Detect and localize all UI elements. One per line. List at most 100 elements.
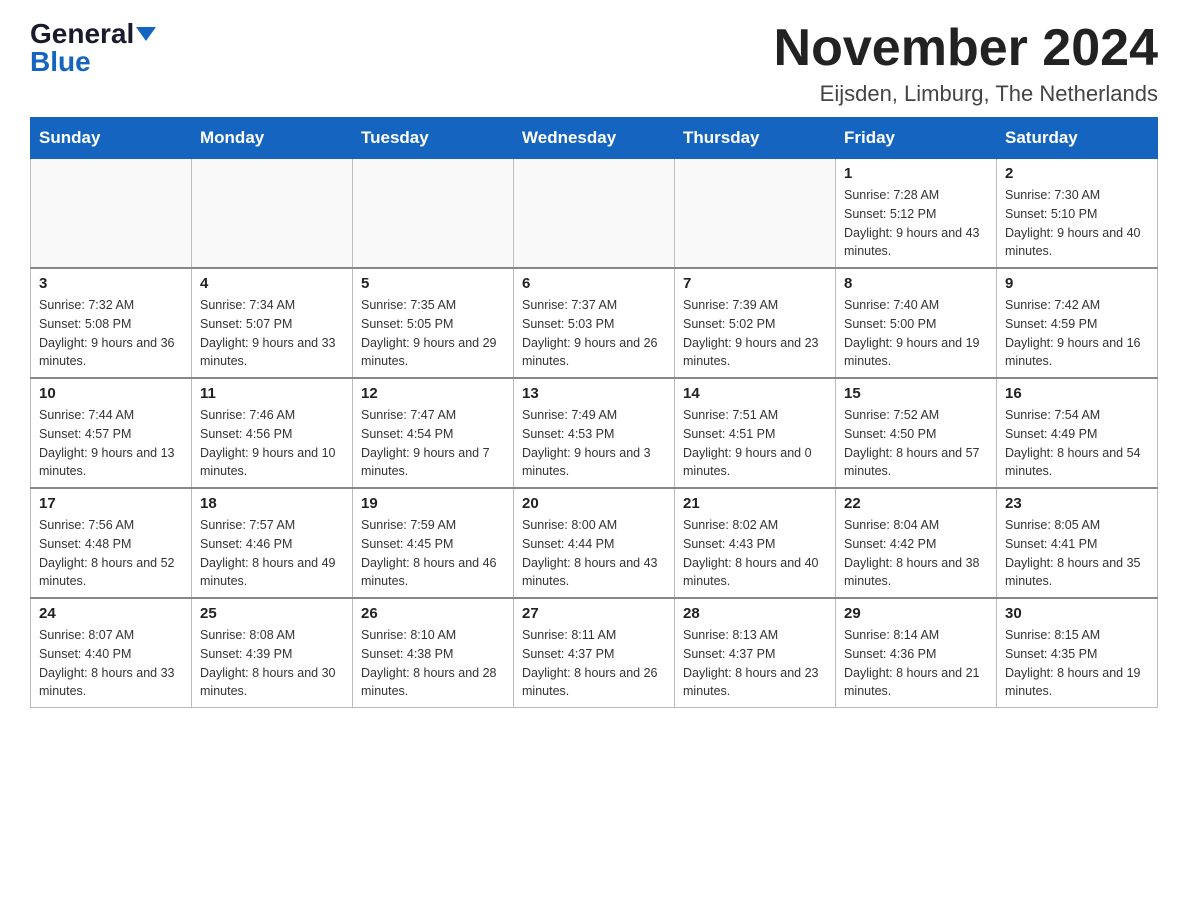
day-info: Sunrise: 7:47 AM Sunset: 4:54 PM Dayligh…: [361, 406, 505, 481]
day-info: Sunrise: 8:11 AM Sunset: 4:37 PM Dayligh…: [522, 626, 666, 701]
day-info: Sunrise: 8:14 AM Sunset: 4:36 PM Dayligh…: [844, 626, 988, 701]
day-number: 9: [1005, 275, 1149, 292]
day-number: 30: [1005, 605, 1149, 622]
calendar-cell: 20Sunrise: 8:00 AM Sunset: 4:44 PM Dayli…: [514, 488, 675, 598]
calendar-cell: 29 Sunrise: 8:14 AM Sunset: 4:36 PM Dayli…: [836, 598, 997, 708]
calendar-week-row-2: 3 Sunrise: 7:32 AM Sunset: 5:08 PM Daylig…: [31, 268, 1158, 378]
day-number: 29: [844, 605, 988, 622]
calendar-cell: 24 Sunrise: 8:07 AM Sunset: 4:40 PM Dayli…: [31, 598, 192, 708]
calendar-cell: 5 Sunrise: 7:35 AM Sunset: 5:05 PM Daylig…: [353, 268, 514, 378]
day-info: Sunrise: 7:42 AM Sunset: 4:59 PM Dayligh…: [1005, 296, 1149, 371]
calendar-cell: 12 Sunrise: 7:47 AM Sunset: 4:54 PM Dayli…: [353, 378, 514, 488]
day-info: Sunrise: 7:37 AM Sunset: 5:03 PM Dayligh…: [522, 296, 666, 371]
day-info: Sunrise: 7:32 AM Sunset: 5:08 PM Dayligh…: [39, 296, 183, 371]
day-info: Sunrise: 7:28 AM Sunset: 5:12 PM Dayligh…: [844, 186, 988, 261]
day-info: Sunrise: 7:49 AM Sunset: 4:53 PM Dayligh…: [522, 406, 666, 481]
day-info: Sunrise: 8:13 AM Sunset: 4:37 PM Dayligh…: [683, 626, 827, 701]
calendar-cell: 13 Sunrise: 7:49 AM Sunset: 4:53 PM Dayli…: [514, 378, 675, 488]
day-number: 27: [522, 605, 666, 622]
calendar-week-row-3: 10 Sunrise: 7:44 AM Sunset: 4:57 PM Dayli…: [31, 378, 1158, 488]
day-info: Sunrise: 7:35 AM Sunset: 5:05 PM Dayligh…: [361, 296, 505, 371]
day-info: Sunrise: 7:30 AM Sunset: 5:10 PM Dayligh…: [1005, 186, 1149, 261]
calendar-cell: 11Sunrise: 7:46 AM Sunset: 4:56 PM Dayli…: [192, 378, 353, 488]
day-number: 13: [522, 385, 666, 402]
calendar-header-row: SundayMondayTuesdayWednesdayThursdayFrid…: [31, 118, 1158, 159]
calendar-table: SundayMondayTuesdayWednesdayThursdayFrid…: [30, 117, 1158, 708]
calendar-cell: 10 Sunrise: 7:44 AM Sunset: 4:57 PM Dayli…: [31, 378, 192, 488]
day-info: Sunrise: 7:40 AM Sunset: 5:00 PM Dayligh…: [844, 296, 988, 371]
calendar-cell: [192, 159, 353, 269]
day-number: 3: [39, 275, 183, 292]
logo-general-text: General: [30, 20, 134, 48]
day-number: 11: [200, 385, 344, 402]
calendar-cell: [31, 159, 192, 269]
calendar-cell: 25Sunrise: 8:08 AM Sunset: 4:39 PM Dayli…: [192, 598, 353, 708]
calendar-cell: [514, 159, 675, 269]
day-number: 21: [683, 495, 827, 512]
calendar-cell: 8 Sunrise: 7:40 AM Sunset: 5:00 PM Daylig…: [836, 268, 997, 378]
month-title: November 2024: [774, 20, 1158, 77]
calendar-cell: 2 Sunrise: 7:30 AM Sunset: 5:10 PM Daylig…: [997, 159, 1158, 269]
day-number: 8: [844, 275, 988, 292]
day-info: Sunrise: 8:15 AM Sunset: 4:35 PM Dayligh…: [1005, 626, 1149, 701]
day-info: Sunrise: 7:59 AM Sunset: 4:45 PM Dayligh…: [361, 516, 505, 591]
calendar-cell: 23 Sunrise: 8:05 AM Sunset: 4:41 PM Dayli…: [997, 488, 1158, 598]
day-number: 4: [200, 275, 344, 292]
day-info: Sunrise: 7:44 AM Sunset: 4:57 PM Dayligh…: [39, 406, 183, 481]
day-number: 16: [1005, 385, 1149, 402]
calendar-cell: 1 Sunrise: 7:28 AM Sunset: 5:12 PM Daylig…: [836, 159, 997, 269]
calendar-cell: 6 Sunrise: 7:37 AM Sunset: 5:03 PM Daylig…: [514, 268, 675, 378]
calendar-header-sunday: Sunday: [31, 118, 192, 159]
day-number: 18: [200, 495, 344, 512]
day-number: 12: [361, 385, 505, 402]
day-info: Sunrise: 7:54 AM Sunset: 4:49 PM Dayligh…: [1005, 406, 1149, 481]
calendar-header-saturday: Saturday: [997, 118, 1158, 159]
logo-triangle-icon: [136, 27, 156, 41]
day-number: 17: [39, 495, 183, 512]
calendar-cell: 26 Sunrise: 8:10 AM Sunset: 4:38 PM Dayli…: [353, 598, 514, 708]
calendar-cell: 28 Sunrise: 8:13 AM Sunset: 4:37 PM Dayli…: [675, 598, 836, 708]
day-number: 19: [361, 495, 505, 512]
calendar-cell: 15Sunrise: 7:52 AM Sunset: 4:50 PM Dayli…: [836, 378, 997, 488]
day-number: 23: [1005, 495, 1149, 512]
day-number: 2: [1005, 165, 1149, 182]
day-info: Sunrise: 8:07 AM Sunset: 4:40 PM Dayligh…: [39, 626, 183, 701]
calendar-cell: 9 Sunrise: 7:42 AM Sunset: 4:59 PM Daylig…: [997, 268, 1158, 378]
calendar-cell: 18 Sunrise: 7:57 AM Sunset: 4:46 PM Dayli…: [192, 488, 353, 598]
calendar-cell: 14Sunrise: 7:51 AM Sunset: 4:51 PM Dayli…: [675, 378, 836, 488]
day-number: 28: [683, 605, 827, 622]
calendar-cell: 19 Sunrise: 7:59 AM Sunset: 4:45 PM Dayli…: [353, 488, 514, 598]
day-number: 1: [844, 165, 988, 182]
calendar-header-tuesday: Tuesday: [353, 118, 514, 159]
calendar-cell: 17 Sunrise: 7:56 AM Sunset: 4:48 PM Dayli…: [31, 488, 192, 598]
calendar-cell: 3 Sunrise: 7:32 AM Sunset: 5:08 PM Daylig…: [31, 268, 192, 378]
calendar-week-row-5: 24 Sunrise: 8:07 AM Sunset: 4:40 PM Dayli…: [31, 598, 1158, 708]
title-section: November 2024 Eijsden, Limburg, The Neth…: [774, 20, 1158, 107]
day-info: Sunrise: 8:00 AM Sunset: 4:44 PM Dayligh…: [522, 516, 666, 591]
day-info: Sunrise: 8:04 AM Sunset: 4:42 PM Dayligh…: [844, 516, 988, 591]
logo: General Blue: [30, 20, 156, 76]
day-info: Sunrise: 8:10 AM Sunset: 4:38 PM Dayligh…: [361, 626, 505, 701]
day-number: 5: [361, 275, 505, 292]
day-number: 25: [200, 605, 344, 622]
day-info: Sunrise: 8:05 AM Sunset: 4:41 PM Dayligh…: [1005, 516, 1149, 591]
day-info: Sunrise: 7:52 AM Sunset: 4:50 PM Dayligh…: [844, 406, 988, 481]
day-number: 10: [39, 385, 183, 402]
calendar-cell: [353, 159, 514, 269]
calendar-week-row-4: 17 Sunrise: 7:56 AM Sunset: 4:48 PM Dayli…: [31, 488, 1158, 598]
day-info: Sunrise: 7:56 AM Sunset: 4:48 PM Dayligh…: [39, 516, 183, 591]
day-info: Sunrise: 7:34 AM Sunset: 5:07 PM Dayligh…: [200, 296, 344, 371]
location-subtitle: Eijsden, Limburg, The Netherlands: [774, 81, 1158, 107]
calendar-cell: 30 Sunrise: 8:15 AM Sunset: 4:35 PM Dayli…: [997, 598, 1158, 708]
calendar-cell: 22 Sunrise: 8:04 AM Sunset: 4:42 PM Dayli…: [836, 488, 997, 598]
day-number: 24: [39, 605, 183, 622]
day-info: Sunrise: 7:57 AM Sunset: 4:46 PM Dayligh…: [200, 516, 344, 591]
day-number: 26: [361, 605, 505, 622]
calendar-header-wednesday: Wednesday: [514, 118, 675, 159]
logo-blue-text: Blue: [30, 48, 91, 76]
day-number: 22: [844, 495, 988, 512]
calendar-header-friday: Friday: [836, 118, 997, 159]
day-number: 6: [522, 275, 666, 292]
calendar-cell: 21Sunrise: 8:02 AM Sunset: 4:43 PM Dayli…: [675, 488, 836, 598]
day-number: 14: [683, 385, 827, 402]
